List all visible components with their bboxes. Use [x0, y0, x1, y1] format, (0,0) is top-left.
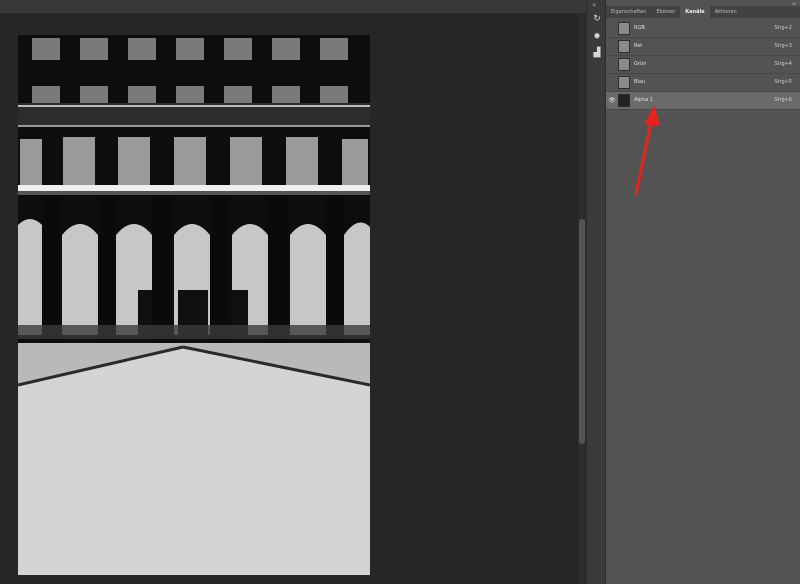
channel-name: Grün [634, 61, 647, 67]
tab-eigenschaften[interactable]: Eigenschaften [606, 6, 651, 18]
tab-kanaele[interactable]: Kanäle [680, 6, 710, 18]
tab-ebenen[interactable]: Ebenen [651, 6, 680, 18]
channel-row-rot[interactable]: Rot Strg+3 [606, 38, 800, 56]
channel-row-blau[interactable]: Blau Strg+5 [606, 74, 800, 92]
eye-icon[interactable]: 👁 [608, 97, 616, 104]
channel-name: RGB [634, 25, 645, 31]
channel-thumbnail [618, 94, 630, 107]
channel-shortcut: Strg+3 [774, 43, 792, 49]
panel-tabs: Eigenschaften Ebenen Kanäle Aktionen [606, 6, 800, 18]
vertical-scrollbar[interactable] [578, 14, 586, 584]
histogram-icon[interactable]: ▟ [590, 46, 604, 60]
channel-thumbnail [618, 22, 630, 35]
channel-row-rgb[interactable]: RGB Strg+2 [606, 20, 800, 38]
channel-shortcut: Strg+2 [774, 25, 792, 31]
channel-thumbnail [618, 76, 630, 89]
scrollbar-thumb[interactable] [579, 219, 585, 444]
building-image [18, 35, 370, 575]
channel-shortcut: Strg+5 [774, 79, 792, 85]
middle-windows [20, 137, 368, 191]
history-icon[interactable]: ↻ [590, 12, 604, 26]
channel-shortcut: Strg+4 [774, 61, 792, 67]
channel-row-alpha-1[interactable]: 👁 Alpha 1 Strg+6 [606, 92, 800, 110]
channel-name: Alpha 1 [634, 97, 653, 103]
tab-aktionen[interactable]: Aktionen [710, 6, 742, 18]
panel-icon-strip: « ↻ ✸ ▟ [586, 0, 606, 584]
channel-shortcut: Strg+6 [774, 97, 792, 103]
collapse-left-icon[interactable]: « [592, 1, 596, 9]
channel-name: Blau [634, 79, 646, 85]
channel-thumbnail [618, 58, 630, 71]
document-canvas-alpha-channel[interactable] [18, 35, 370, 575]
channel-list: RGB Strg+2 Rot Strg+3 Grün Strg+4 Blau S… [606, 20, 800, 110]
channel-name: Rot [634, 43, 643, 49]
channel-row-gruen[interactable]: Grün Strg+4 [606, 56, 800, 74]
channel-thumbnail [618, 40, 630, 53]
channels-panel: » Eigenschaften Ebenen Kanäle Aktionen R… [606, 0, 800, 584]
adjustments-icon[interactable]: ✸ [590, 30, 604, 44]
